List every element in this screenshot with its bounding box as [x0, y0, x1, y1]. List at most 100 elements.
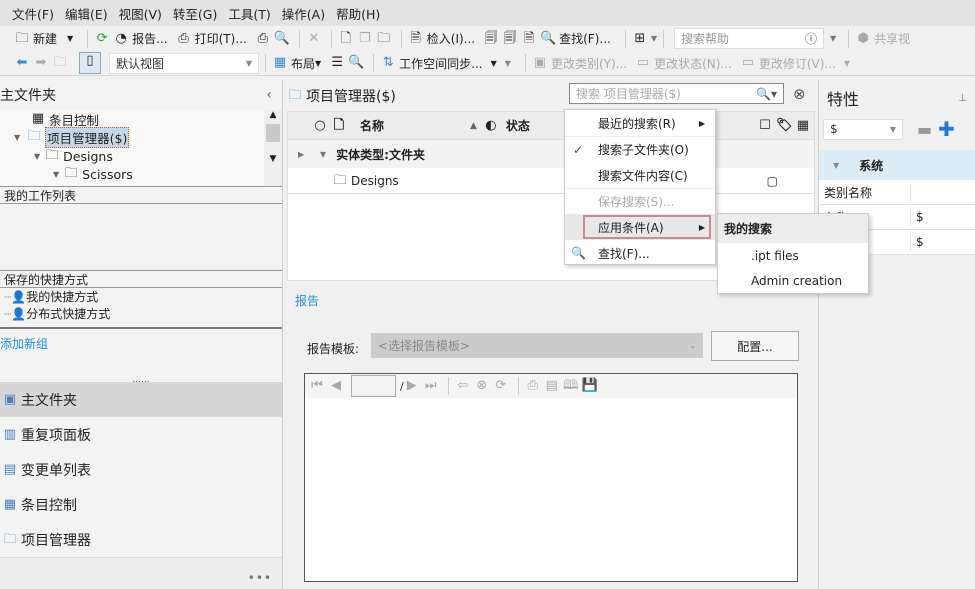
- grid-layout-icon[interactable]: ▦: [795, 118, 811, 134]
- refresh-icon[interactable]: ⟳: [493, 378, 509, 394]
- menu-edit[interactable]: 编辑(E): [65, 4, 108, 23]
- get-revision-icon[interactable]: 🗎: [521, 31, 537, 47]
- table-row[interactable]: 🗀 Designs ▢: [288, 168, 814, 194]
- remove-icon[interactable]: ▬: [917, 120, 932, 139]
- forward-arrow-icon[interactable]: ➡: [33, 55, 49, 71]
- column-state[interactable]: 状态: [506, 117, 530, 134]
- page-setup-icon[interactable]: ▤: [544, 378, 560, 394]
- nav-project-explorer[interactable]: 🗀 项目管理器: [0, 522, 282, 557]
- delete-icon[interactable]: ✕: [306, 31, 322, 47]
- change-revision-button[interactable]: ▭ 更改修订(V)... ▼: [740, 55, 850, 72]
- expand-chevrons-icon[interactable]: ⊗: [793, 85, 806, 103]
- change-state-button[interactable]: ▭ 更改状态(N)...: [635, 55, 732, 72]
- collapse-chevron-icon[interactable]: ‹: [266, 87, 272, 103]
- help-search-input[interactable]: 搜索帮助 ⓘ: [674, 28, 824, 49]
- folder-icon: 🗀: [45, 148, 59, 163]
- back-icon[interactable]: ⇦: [455, 378, 471, 394]
- change-category-button[interactable]: ▣ 更改类别(Y)...: [532, 55, 627, 72]
- add-new-group-link[interactable]: 添加新组: [0, 327, 282, 351]
- submenu-item-admin-creation[interactable]: Admin creation: [718, 268, 868, 293]
- worklist-header: 我的工作列表: [0, 186, 282, 204]
- search-options-icon[interactable]: 🔍▾: [756, 87, 777, 101]
- folder-up-icon[interactable]: 🗀: [52, 55, 68, 71]
- find-button[interactable]: 🔍 查找(F)...: [540, 30, 611, 47]
- apply-conditions-submenu: 我的搜索 .ipt files Admin creation: [717, 213, 869, 294]
- export-icon[interactable]: 💾: [582, 378, 598, 394]
- report-tab[interactable]: 报告: [295, 292, 319, 309]
- page-number-input[interactable]: [351, 375, 396, 397]
- book-icon[interactable]: 🕮: [563, 378, 579, 394]
- shortcut-my[interactable]: ┈👤我的快捷方式: [4, 288, 282, 305]
- menu-file[interactable]: 文件(F): [12, 4, 54, 23]
- menu-item-recent-searches[interactable]: 最近的搜索(R) ▶: [565, 110, 715, 136]
- nav-main-folder[interactable]: ▣ 主文件夹: [0, 382, 282, 417]
- submenu-item-ipt-files[interactable]: .ipt files: [718, 243, 868, 268]
- report-button[interactable]: ◔ 报告...: [113, 30, 168, 47]
- menu-goto[interactable]: 转至(G): [173, 4, 217, 23]
- pie-chart-icon: ◔: [115, 30, 127, 46]
- sync-arrows-icon: ⇅: [382, 55, 394, 70]
- undo-checkout-icon[interactable]: 🗐: [502, 31, 518, 47]
- saved-shortcuts-header: 保存的快捷方式: [0, 270, 282, 288]
- back-arrow-icon[interactable]: ⬅: [14, 55, 30, 71]
- menu-tools[interactable]: 工具(T): [228, 4, 270, 23]
- checkmark-icon: ✓: [573, 142, 584, 157]
- checkout-icon[interactable]: 🗐: [483, 31, 499, 47]
- group-row[interactable]: ▶ ▼ 实体类型:文件夹: [288, 140, 814, 168]
- last-page-icon[interactable]: ⏭: [423, 378, 439, 394]
- next-page-icon[interactable]: ▶: [404, 378, 420, 394]
- row-checkbox[interactable]: ▢: [767, 174, 778, 188]
- pin-icon[interactable]: ⊥: [958, 93, 967, 104]
- more-options-icon[interactable]: •••: [248, 571, 272, 585]
- menu-actions[interactable]: 操作(A): [282, 4, 325, 23]
- column-name[interactable]: 名称: [360, 117, 470, 134]
- project-folder-icon: 🗀: [288, 87, 302, 103]
- print-preview-icon[interactable]: 🔍: [274, 31, 290, 47]
- move-folder-icon[interactable]: 🗀: [376, 31, 392, 47]
- pane-toggle-icon[interactable]: ▯: [79, 52, 101, 74]
- menu-item-search-content[interactable]: 搜索文件内容(C): [565, 162, 715, 188]
- printer-icon[interactable]: ⎙: [255, 31, 271, 47]
- menu-item-search-subfolders[interactable]: ✓ 搜索子文件夹(O): [565, 136, 715, 162]
- search-input[interactable]: 搜索 项目管理器($) 🔍▾: [569, 83, 784, 104]
- copy-icon[interactable]: ❐: [357, 31, 373, 47]
- tree-item-designs[interactable]: ▼ 🗀 Designs: [34, 147, 113, 165]
- nav-duplicates[interactable]: ▥ 重复项面板: [0, 417, 282, 452]
- print-icon[interactable]: ⎙: [525, 378, 541, 394]
- checkin-button[interactable]: 🗎 检入(I)...: [408, 30, 476, 47]
- prev-page-icon[interactable]: ◀: [328, 378, 344, 394]
- first-page-icon[interactable]: ⏮: [309, 378, 325, 394]
- tree-scrollbar[interactable]: ▲ ▼: [264, 110, 282, 186]
- nav-item-control[interactable]: ▦ 条目控制: [0, 487, 282, 522]
- list-icon[interactable]: ☰: [329, 55, 345, 71]
- configure-button[interactable]: 配置...: [711, 331, 799, 361]
- view-select[interactable]: 默认视图 ▼: [109, 52, 259, 74]
- refresh-icon[interactable]: ⟳: [94, 31, 110, 47]
- tree-item-item-control[interactable]: ▦ 条目控制: [30, 110, 99, 128]
- new-button[interactable]: 🗀 新建 ▼: [14, 30, 73, 47]
- section-system[interactable]: ▼ 系统: [819, 150, 975, 180]
- shortcut-distributed[interactable]: ┈👤分布式快捷方式: [4, 305, 282, 322]
- nav-change-orders[interactable]: ▤ 变更单列表: [0, 452, 282, 487]
- stop-icon[interactable]: ⊗: [474, 378, 490, 394]
- menu-item-apply-conditions[interactable]: 应用条件(A) ▶: [565, 214, 715, 240]
- add-icon[interactable]: ✚: [938, 117, 955, 141]
- project-folder-icon: 🗀: [27, 129, 41, 144]
- find-icon[interactable]: 🔍: [348, 55, 364, 71]
- menu-item-save-search[interactable]: 保存搜索(S)...: [565, 188, 715, 214]
- print-button[interactable]: ⎙ 打印(T)...: [176, 30, 246, 47]
- report-template-select[interactable]: <选择报告模板> ⌄: [371, 333, 703, 358]
- help-icon[interactable]: ⓘ: [805, 30, 817, 47]
- tree-item-project-explorer[interactable]: ▼ 🗀 项目管理器($): [14, 126, 130, 148]
- new-file-icon[interactable]: 🗋: [338, 31, 354, 47]
- tree-icon[interactable]: ⊞: [632, 31, 648, 47]
- menu-view[interactable]: 视图(V): [119, 4, 162, 23]
- navigation-pane: 主文件夹 ‹ ▦ 条目控制 ▼ 🗀 项目管理器($) ▼ 🗀 Designs ▼ 🗀 Sciss…: [0, 80, 283, 589]
- layout-button[interactable]: ▦ 布局 ▼: [272, 55, 321, 72]
- properties-select[interactable]: $ ▼: [823, 118, 903, 140]
- tree-item-scissors[interactable]: ▼ 🗀 Scissors: [53, 165, 133, 183]
- menu-help[interactable]: 帮助(H): [336, 4, 380, 23]
- workspace-sync-button[interactable]: ⇅ 工作空间同步... ▼ ▼: [380, 55, 511, 72]
- share-view-button[interactable]: ⬢ 共享视: [855, 30, 910, 47]
- menu-item-find[interactable]: 🔍 查找(F)...: [565, 240, 715, 266]
